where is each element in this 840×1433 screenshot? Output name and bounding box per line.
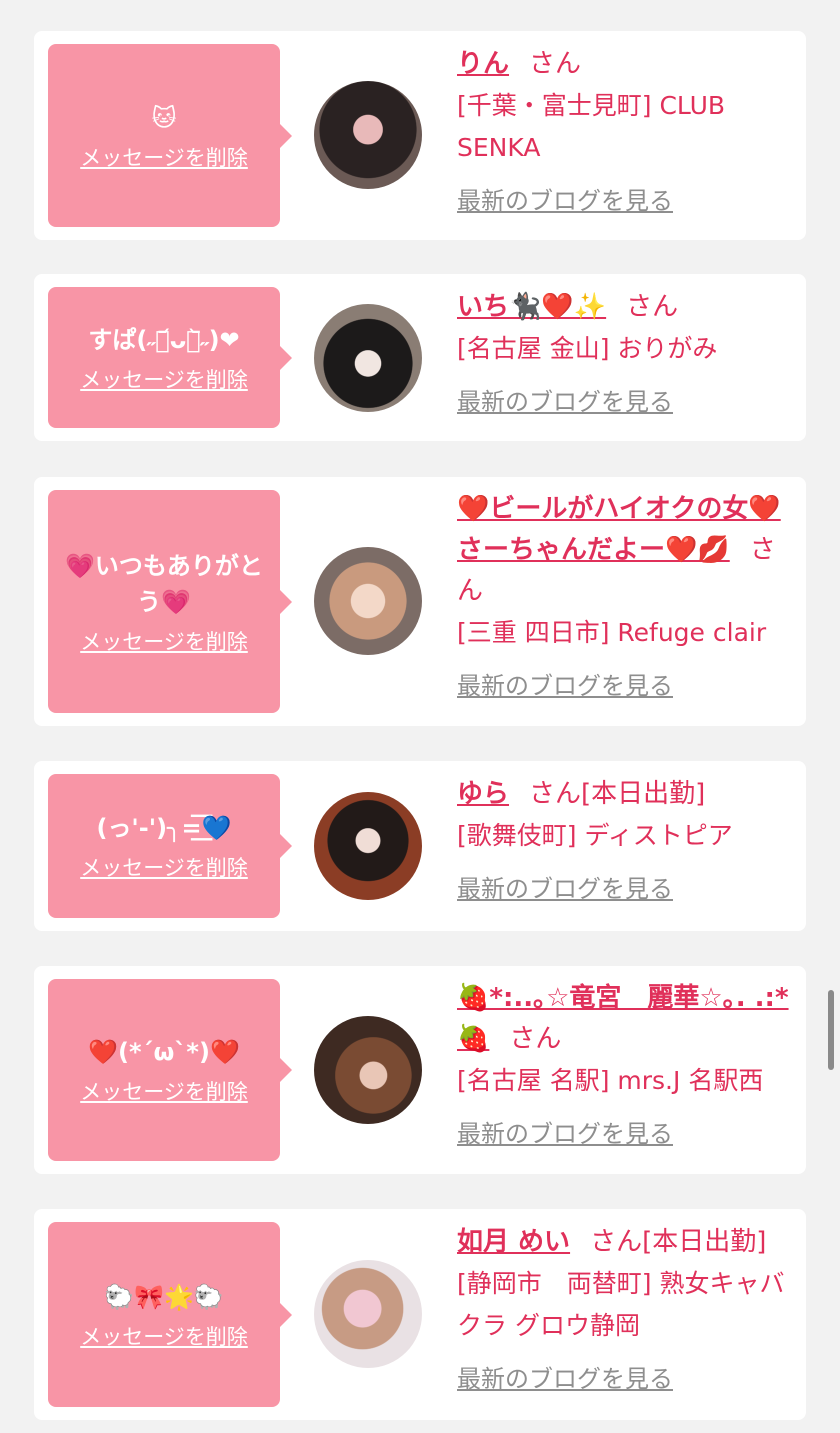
- delete-message-link[interactable]: メッセージを削除: [80, 1321, 248, 1351]
- delete-message-link[interactable]: メッセージを削除: [80, 626, 248, 656]
- message-text: 🐑🎀🌟🐑: [104, 1282, 224, 1311]
- view-blog-link[interactable]: 最新のブログを見る: [457, 869, 673, 904]
- shop-info: [歌舞伎町] ディストピア: [457, 821, 733, 850]
- message-bubble: 💗いつもありがとう💗 メッセージを削除: [48, 490, 280, 713]
- view-blog-link[interactable]: 最新のブログを見る: [457, 181, 673, 216]
- profile-name-link[interactable]: ゆら: [457, 779, 509, 809]
- profile-name-link[interactable]: 🍓*:..｡☆竜宮 麗華☆｡. .:*🍓: [457, 983, 789, 1054]
- avatar[interactable]: [314, 304, 422, 412]
- honorific: さん: [529, 49, 582, 79]
- delete-message-link[interactable]: メッセージを削除: [80, 1076, 248, 1106]
- profile-info: りん さん [千葉・富士見町] CLUB SENKA 最新のブログを見る: [457, 43, 792, 216]
- message-text: 🐱: [151, 103, 177, 132]
- work-status: [本日出勤]: [642, 1227, 767, 1257]
- message-bubble: 🐱 メッセージを削除: [48, 44, 280, 227]
- message-text: 💗いつもありがとう💗: [65, 551, 263, 616]
- message-card: 🐑🎀🌟🐑 メッセージを削除 如月 めい さん[本日出勤] [静岡市 両替町] 熟女…: [34, 1209, 806, 1420]
- avatar[interactable]: [314, 81, 422, 189]
- message-bubble: ❤️(*´ω`*)❤️ メッセージを削除: [48, 979, 280, 1161]
- honorific: さん: [626, 292, 679, 322]
- shop-info: [静岡市 両替町] 熟女キャバクラ グロウ静岡: [457, 1269, 785, 1340]
- scrollbar[interactable]: [828, 990, 834, 1070]
- shop-info: [千葉・富士見町] CLUB SENKA: [457, 91, 726, 162]
- shop-info: [三重 四日市] Refuge clair: [457, 618, 767, 647]
- message-bubble: (っ'-')╮=͟͟͞͞💙 メッセージを削除: [48, 774, 280, 918]
- work-status: [本日出勤]: [581, 779, 706, 809]
- avatar[interactable]: [314, 547, 422, 655]
- profile-info: いち🐈‍⬛❤️✨ さん [名古屋 金山] おりがみ 最新のブログを見る: [457, 286, 792, 417]
- view-blog-link[interactable]: 最新のブログを見る: [457, 1359, 673, 1394]
- shop-info: [名古屋 金山] おりがみ: [457, 334, 718, 363]
- avatar[interactable]: [314, 792, 422, 900]
- profile-name-link[interactable]: ❤️ビールがハイオクの女❤️さーちゃんだよー❤️💋: [457, 494, 781, 565]
- message-text: ❤️(*´ω`*)❤️: [88, 1038, 240, 1066]
- honorific: さん: [509, 1024, 562, 1054]
- profile-info: ゆら さん[本日出勤] [歌舞伎町] ディストピア 最新のブログを見る: [457, 773, 792, 904]
- profile-name-link[interactable]: りん: [457, 49, 509, 79]
- profile-name-link[interactable]: 如月 めい: [457, 1227, 570, 1257]
- honorific: さん: [590, 1227, 643, 1257]
- honorific: さん: [529, 779, 582, 809]
- message-card: 💗いつもありがとう💗 メッセージを削除 ❤️ビールがハイオクの女❤️さーちゃんだ…: [34, 477, 806, 726]
- message-bubble: すぱ(˶ꈍ᷄ᴗꈍ᷅˶)❤ メッセージを削除: [48, 287, 280, 428]
- delete-message-link[interactable]: メッセージを削除: [80, 142, 248, 172]
- profile-info: 如月 めい さん[本日出勤] [静岡市 両替町] 熟女キャバクラ グロウ静岡 最新…: [457, 1221, 792, 1394]
- view-blog-link[interactable]: 最新のブログを見る: [457, 1114, 673, 1149]
- message-card: (っ'-')╮=͟͟͞͞💙 メッセージを削除 ゆら さん[本日出勤] [歌舞伎町]…: [34, 761, 806, 931]
- delete-message-link[interactable]: メッセージを削除: [80, 364, 248, 394]
- message-card: 🐱 メッセージを削除 りん さん [千葉・富士見町] CLUB SENKA 最新の…: [34, 31, 806, 240]
- view-blog-link[interactable]: 最新のブログを見る: [457, 666, 673, 701]
- shop-info: [名古屋 名駅] mrs.J 名駅西: [457, 1066, 764, 1095]
- avatar[interactable]: [314, 1260, 422, 1368]
- view-blog-link[interactable]: 最新のブログを見る: [457, 382, 673, 417]
- message-bubble: 🐑🎀🌟🐑 メッセージを削除: [48, 1222, 280, 1407]
- profile-info: 🍓*:..｡☆竜宮 麗華☆｡. .:*🍓 さん [名古屋 名駅] mrs.J 名駅…: [457, 978, 792, 1149]
- avatar[interactable]: [314, 1016, 422, 1124]
- message-card: すぱ(˶ꈍ᷄ᴗꈍ᷅˶)❤ メッセージを削除 いち🐈‍⬛❤️✨ さん [名古屋 金山…: [34, 274, 806, 441]
- profile-info: ❤️ビールがハイオクの女❤️さーちゃんだよー❤️💋 さん [三重 四日市] Ref…: [457, 489, 792, 701]
- message-text: すぱ(˶ꈍ᷄ᴗꈍ᷅˶)❤: [88, 325, 240, 354]
- profile-name-link[interactable]: いち🐈‍⬛❤️✨: [457, 292, 606, 322]
- message-card: ❤️(*´ω`*)❤️ メッセージを削除 🍓*:..｡☆竜宮 麗華☆｡. .:*…: [34, 966, 806, 1174]
- delete-message-link[interactable]: メッセージを削除: [80, 852, 248, 882]
- message-text: (っ'-')╮=͟͟͞͞💙: [96, 814, 232, 842]
